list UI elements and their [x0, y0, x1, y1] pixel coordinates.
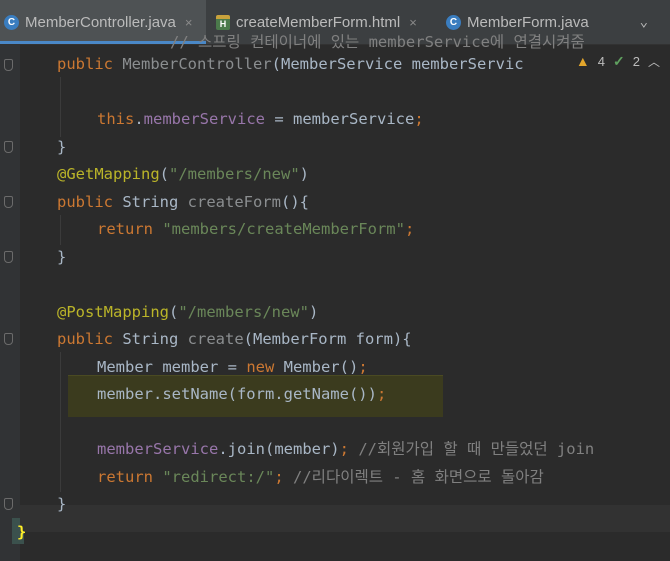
- code-line-return-form: return "members/createMemberForm";: [97, 220, 415, 238]
- code-line-create-form: public String createForm(){: [57, 193, 309, 211]
- fold-marker-icon[interactable]: [4, 251, 13, 263]
- html-file-icon: H: [216, 14, 230, 30]
- code-line-close-brace: }: [57, 495, 67, 513]
- code-line-member-decl: Member member = new Member();: [97, 358, 368, 376]
- fold-marker-icon[interactable]: [4, 196, 13, 208]
- indent-guide: [60, 352, 61, 492]
- weak-warning-count: 2: [632, 53, 640, 69]
- code-line-get-mapping: @GetMapping("/members/new"): [57, 165, 309, 183]
- code-line-create: public String create(MemberForm form){: [57, 330, 412, 348]
- indent-guide: [60, 77, 61, 137]
- tab-label: createMemberForm.html: [236, 13, 401, 31]
- code-editor[interactable]: // 스프링 컨테이너에 있는 memberService에 연결시켜줌 pub…: [0, 33, 670, 561]
- editor-gutter: [0, 45, 20, 561]
- close-icon[interactable]: ×: [185, 15, 193, 30]
- code-line-set-name: member.setName(form.getName());: [97, 385, 387, 403]
- current-line-highlight: [20, 505, 670, 532]
- inspection-widget[interactable]: ▲ 4 ✓ 2 ︿: [569, 49, 660, 73]
- warning-count: 4: [597, 53, 606, 69]
- fold-marker-icon[interactable]: [4, 141, 13, 153]
- indent-guide: [60, 215, 61, 245]
- chevron-up-icon[interactable]: ︿: [648, 53, 660, 70]
- weak-warning-icon: ✓: [613, 52, 625, 69]
- java-class-icon: C: [4, 14, 19, 30]
- close-icon[interactable]: ×: [409, 15, 417, 30]
- fold-marker-icon[interactable]: [4, 59, 13, 71]
- warning-icon: ▲: [575, 53, 590, 69]
- tab-label: MemberForm.java: [467, 13, 589, 31]
- code-line-constructor: public MemberController(MemberService me…: [57, 55, 524, 73]
- tab-label: MemberController.java: [25, 13, 176, 31]
- java-class-icon: C: [446, 14, 461, 30]
- code-line-close-brace: }: [57, 138, 67, 156]
- fold-marker-icon[interactable]: [4, 333, 13, 345]
- code-line-return-redirect: return "redirect:/"; //리다이렉트 - 홈 화면으로 돌아…: [97, 468, 544, 486]
- code-line-post-mapping: @PostMapping("/members/new"): [57, 303, 319, 321]
- chevron-down-icon[interactable]: ⌄: [640, 14, 648, 30]
- code-line-join: memberService.join(member); //회원가입 할 때 만…: [97, 440, 595, 458]
- fold-marker-icon[interactable]: [4, 498, 13, 510]
- code-line-this-assign: this.memberService = memberService;: [97, 110, 424, 128]
- code-line-close-brace: }: [57, 248, 67, 266]
- code-line-final-brace: }: [17, 523, 27, 541]
